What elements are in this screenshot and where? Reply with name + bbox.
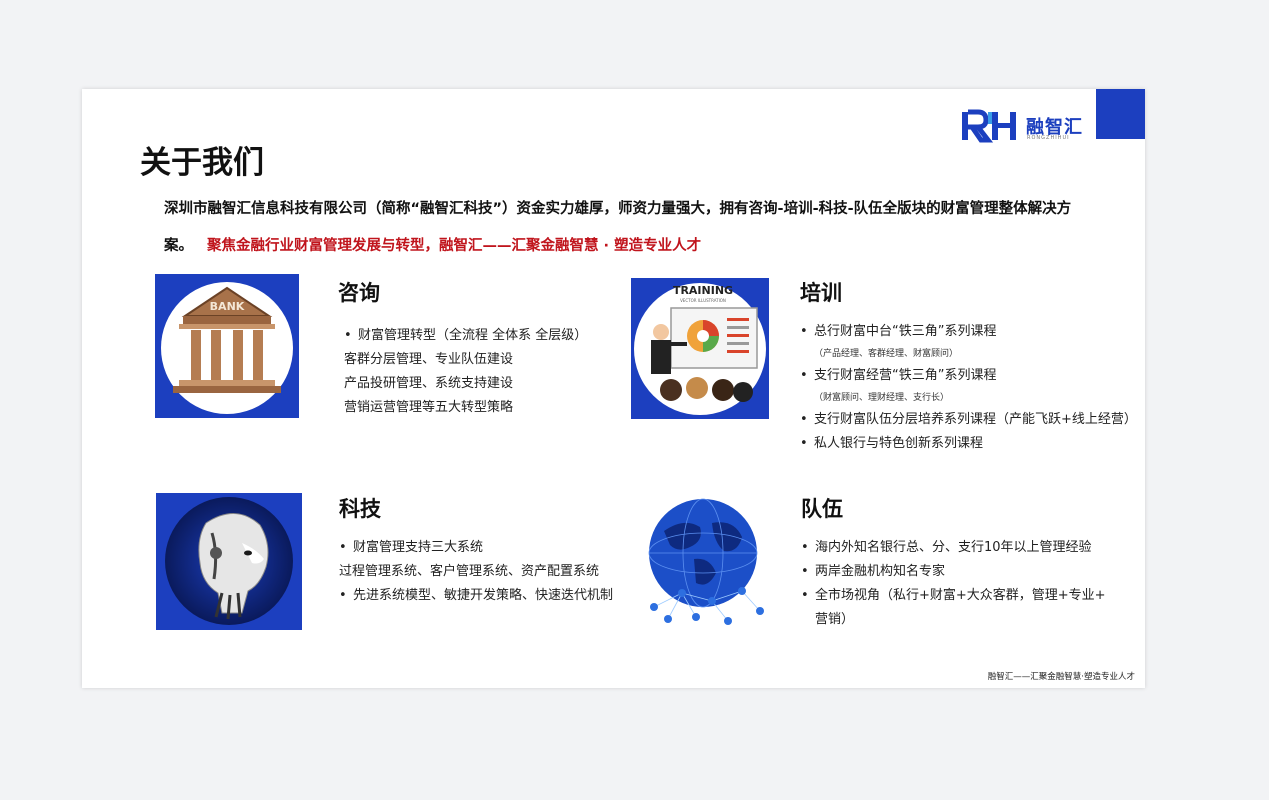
section-title-consulting: 咨询 [338,281,380,305]
section-title-training: 培训 [800,281,842,305]
footer-slogan: 融智汇——汇聚金融智慧·塑造专业人才 [987,672,1135,682]
technology-image [156,493,302,630]
svg-text:TRAINING: TRAINING [673,284,733,297]
list-item: 过程管理系统、客户管理系统、资产配置系统 [339,564,600,579]
list-item: 营销运营管理等五大转型策略 [344,400,514,415]
globe-network-icon [634,497,773,629]
list-item: • 财富管理转型（全流程 全体系 全层级） [344,328,588,343]
page-title: 关于我们 [140,145,264,181]
list-item: • 两岸金融机构知名专家 [801,564,946,579]
training-image: TRAINING VECTOR ILLUSTRATION [631,278,769,419]
list-item: • 先进系统模型、敏捷开发策略、快速迭代机制 [339,588,614,603]
technology-list: • 财富管理支持三大系统 过程管理系统、客户管理系统、资产配置系统 • 先进系统模型… [339,536,613,608]
bank-image: BANK [155,274,299,418]
list-item: 客群分层管理、专业队伍建设 [344,352,514,367]
bank-icon: BANK [161,282,293,414]
corner-accent-block [1096,89,1145,139]
list-item: 产品投研管理、系统支持建设 [344,376,514,391]
team-list: • 海内外知名银行总、分、支行10年以上管理经验 • 两岸金融机构知名专家 • 全市场… [801,536,1106,632]
list-item: • 海内外知名银行总、分、支行10年以上管理经验 [801,540,1092,555]
logo-subtitle: RONGZHIHUI [1027,135,1070,141]
training-list: • 总行财富中台“铁三角”系列课程 （产品经理、客群经理、财富顾问） • 支行财富经… [800,320,1137,456]
company-logo-icon [962,109,1016,143]
list-item-continuation: 营销） [815,612,855,627]
intro-highlight: 聚焦金融行业财富管理发展与转型，融智汇——汇聚金融智慧 · 塑造专业人才 [207,238,702,254]
svg-text:BANK: BANK [210,300,245,313]
list-item-note: （产品经理、客群经理、财富顾问） [814,349,959,359]
list-item: • 总行财富中台“铁三角”系列课程 [800,324,997,339]
team-image [634,497,773,629]
list-item: • 支行财富队伍分层培养系列课程（产能飞跃+线上经营） [800,412,1137,427]
list-item: • 私人银行与特色创新系列课程 [800,436,984,451]
list-item-note: （财富顾问、理财经理、支行长） [814,393,950,403]
section-title-technology: 科技 [339,497,381,521]
list-item: • 财富管理支持三大系统 [339,540,484,555]
robot-head-icon [165,497,293,625]
intro-paragraph: 深圳市融智汇信息科技有限公司（简称“融智汇科技”）资金实力雄厚，师资力量强大，拥… [164,191,1094,265]
consulting-list: • 财富管理转型（全流程 全体系 全层级） 客群分层管理、专业队伍建设 产品投研管… [344,324,587,420]
training-presentation-icon: TRAINING VECTOR ILLUSTRATION [634,283,766,415]
list-item: • 全市场视角（私行+财富+大众客群，管理+专业+ [801,588,1106,603]
slide: 融智汇 RONGZHIHUI 关于我们 深圳市融智汇信息科技有限公司（简称“融智… [82,89,1145,688]
section-title-team: 队伍 [801,497,843,521]
list-item: • 支行财富经营“铁三角”系列课程 [800,368,997,383]
svg-text:VECTOR ILLUSTRATION: VECTOR ILLUSTRATION [680,298,726,303]
